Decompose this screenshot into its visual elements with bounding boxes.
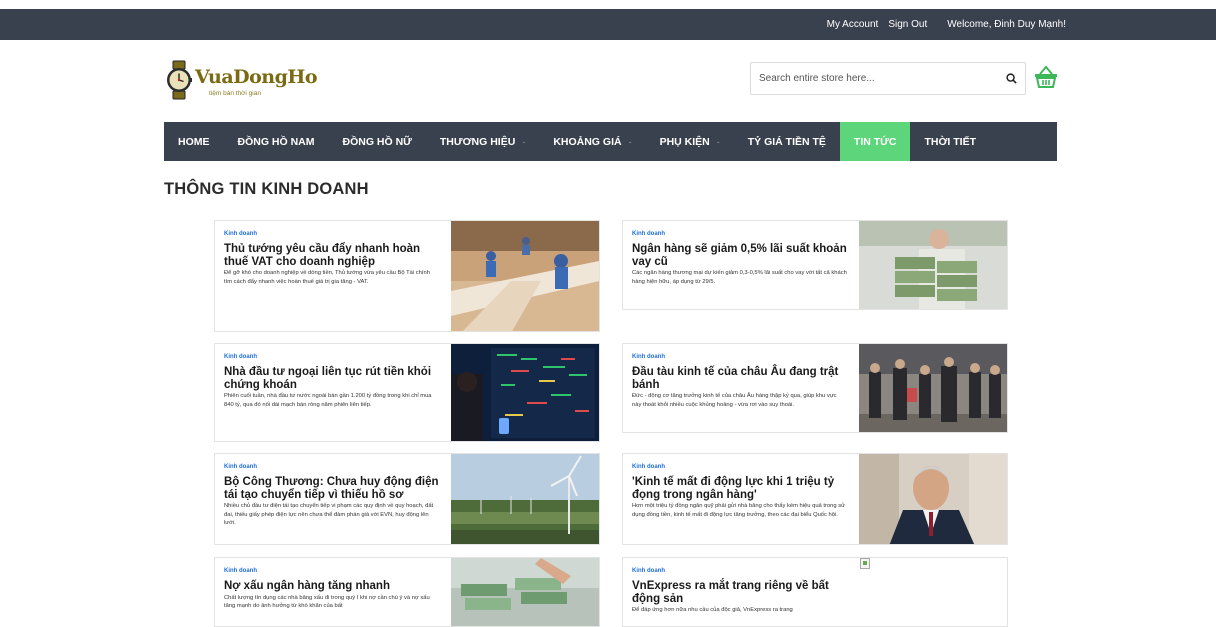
section-title: THÔNG TIN KINH DOANH (164, 180, 369, 198)
delegate-portrait-photo[interactable] (859, 454, 1007, 545)
search-input[interactable] (759, 73, 997, 84)
article-title[interactable]: Nhà đầu tư ngoại liên tục rút tiền khỏi … (224, 366, 439, 391)
article-description: Phiên cuối tuần, nhà đầu tư nước ngoài b… (224, 393, 432, 408)
nav-item-khoang-gia[interactable]: KHOẢNG GIÁ - (539, 122, 645, 161)
factory-workers-photo[interactable] (451, 221, 599, 332)
site-logo[interactable]: VuaDongHo tiệm bán thời gian (165, 60, 318, 100)
article-description: Chất lượng tín dụng các nhà băng xấu đi … (224, 594, 430, 610)
news-card[interactable]: Kinh doanh 'Kinh tế mất đi động lực khi … (622, 453, 1008, 545)
news-card[interactable]: Kinh doanh VnExpress ra mắt trang riêng … (622, 557, 1008, 627)
cash-counting-photo[interactable] (451, 558, 599, 627)
article-category[interactable]: Kinh doanh (632, 568, 847, 574)
cart-button[interactable] (1033, 64, 1059, 90)
article-title[interactable]: Ngân hàng sẽ giảm 0,5% lãi suất khoản va… (632, 243, 847, 268)
article-description: Để đáp ứng hơn nữa nhu cầu của độc giả, … (632, 607, 793, 613)
shopping-basket-icon (1035, 65, 1057, 88)
article-category[interactable]: Kinh doanh (632, 464, 847, 470)
logo-tagline: tiệm bán thời gian (209, 90, 261, 97)
nav-label: TIN TỨC (853, 135, 897, 148)
nav-label: HOME (178, 135, 210, 148)
site-header: VuaDongHo tiệm bán thời gian (0, 40, 1216, 122)
nav-label: TỶ GIÁ TIỀN TỆ (747, 135, 826, 148)
nav-item-thoi-tiet[interactable]: THỜI TIẾT (910, 122, 990, 161)
article-title[interactable]: Đầu tàu kinh tế của châu Âu đang trật bá… (632, 366, 847, 391)
article-title[interactable]: Nợ xấu ngân hàng tăng nhanh (224, 580, 439, 593)
article-title[interactable]: 'Kinh tế mất đi động lực khi 1 triệu tỷ … (632, 476, 847, 501)
news-card[interactable]: Kinh doanh Bộ Công Thương: Chưa huy động… (214, 453, 600, 545)
article-description: Hơn một triệu tỷ đồng ngân quỹ phải gửi … (632, 503, 845, 518)
news-card[interactable]: Kinh doanh Nhà đầu tư ngoại liên tục rút… (214, 343, 600, 442)
nav-label: THƯƠNG HIỆU (439, 135, 516, 148)
logo-name: VuaDongHo (195, 66, 318, 88)
bank-money-photo[interactable] (859, 221, 1007, 310)
street-crowd-photo[interactable] (859, 344, 1007, 433)
article-category[interactable]: Kinh doanh (224, 231, 439, 237)
nav-label: THỜI TIẾT (924, 135, 977, 148)
dropdown-caret-icon: - (522, 136, 526, 147)
article-description: Nhiều chủ đầu tư điện tái tạo chuyển tiế… (224, 503, 434, 527)
top-account-bar: My Account Sign Out Welcome, Đinh Duy Mạ… (0, 9, 1216, 40)
article-category[interactable]: Kinh doanh (632, 231, 847, 237)
stock-board-photo[interactable] (451, 344, 599, 442)
news-card[interactable]: Kinh doanh Nợ xấu ngân hàng tăng nhanh C… (214, 557, 600, 627)
nav-item-phu-kien[interactable]: PHỤ KIỆN - (646, 122, 734, 161)
news-card[interactable]: Kinh doanh Ngân hàng sẽ giảm 0,5% lãi su… (622, 220, 1008, 310)
article-title[interactable]: VnExpress ra mắt trang riêng về bất động… (632, 580, 847, 605)
nav-label: ĐỒNG HỒ NAM (237, 135, 315, 148)
dropdown-caret-icon: - (628, 136, 632, 147)
search-icon (1005, 73, 1017, 84)
nav-label: ĐỒNG HỒ NỮ (342, 135, 412, 148)
welcome-user-link[interactable]: Welcome, Đinh Duy Mạnh! (947, 19, 1066, 30)
nav-item-ty-gia-tien-te[interactable]: TỶ GIÁ TIỀN TỆ (734, 122, 840, 161)
nav-label: KHOẢNG GIÁ (553, 135, 622, 148)
nav-label: PHỤ KIỆN (659, 135, 710, 148)
dropdown-caret-icon: - (716, 136, 720, 147)
my-account-link[interactable]: My Account (827, 19, 879, 30)
news-card[interactable]: Kinh doanh Thủ tướng yêu cầu đẩy nhanh h… (214, 220, 600, 332)
article-description: Để gỡ khó cho doanh nghiệp về dòng tiền,… (224, 270, 430, 285)
nav-item-dong-ho-nam[interactable]: ĐỒNG HỒ NAM (224, 122, 329, 161)
main-nav: HOME ĐỒNG HỒ NAM ĐỒNG HỒ NỮ THƯƠNG HIỆU -… (164, 122, 1057, 161)
article-title[interactable]: Thủ tướng yêu cầu đẩy nhanh hoàn thuế VA… (224, 243, 439, 268)
nav-item-tin-tuc[interactable]: TIN TỨC (839, 122, 911, 161)
sign-out-link[interactable]: Sign Out (888, 19, 927, 30)
news-card[interactable]: Kinh doanh Đầu tàu kinh tế của châu Âu đ… (622, 343, 1008, 433)
nav-item-dong-ho-nu[interactable]: ĐỒNG HỒ NỮ (329, 122, 426, 161)
article-category[interactable]: Kinh doanh (224, 464, 439, 470)
article-category[interactable]: Kinh doanh (224, 354, 439, 360)
article-description: Đức - động cơ tăng trưởng kinh tế của ch… (632, 393, 837, 408)
nav-item-thuong-hieu[interactable]: THƯƠNG HIỆU - (426, 122, 539, 161)
watch-icon (167, 60, 192, 100)
article-category[interactable]: Kinh doanh (632, 354, 847, 360)
article-category[interactable]: Kinh doanh (224, 568, 439, 574)
article-description: Các ngân hàng thương mại dự kiến giảm 0,… (632, 270, 847, 285)
search-button[interactable] (997, 63, 1025, 94)
nav-item-home[interactable]: HOME (164, 122, 224, 161)
broken-image-icon[interactable] (860, 558, 870, 569)
wind-turbine-photo[interactable] (451, 454, 599, 545)
search-box (750, 62, 1026, 95)
article-title[interactable]: Bộ Công Thương: Chưa huy động điện tái t… (224, 476, 439, 501)
